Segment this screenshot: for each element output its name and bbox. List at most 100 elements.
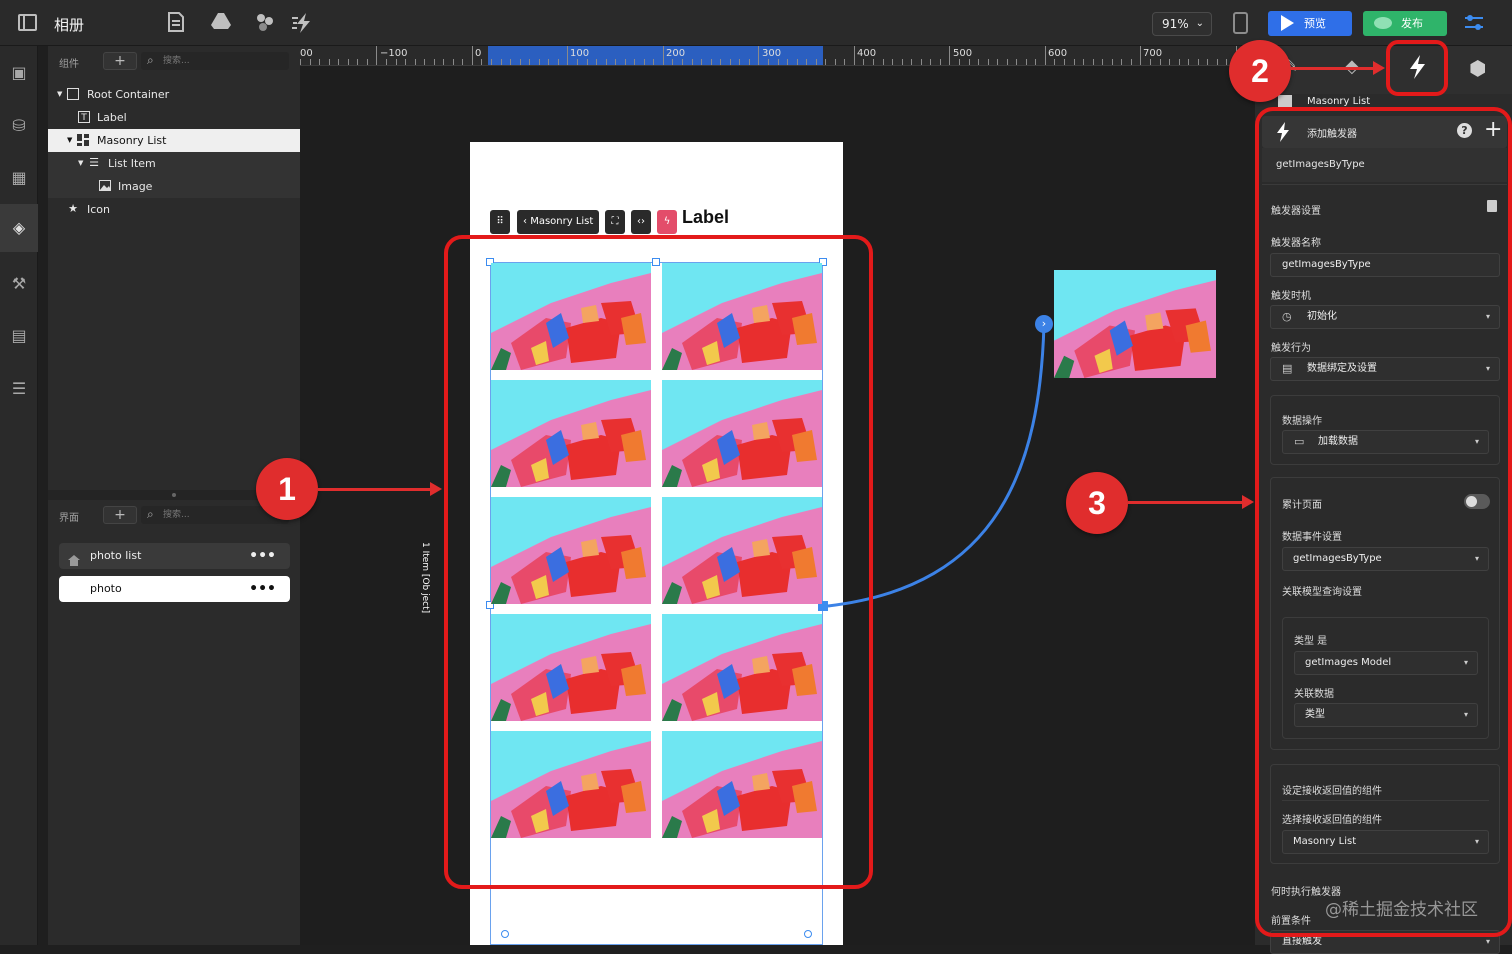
ruler-tick [682,59,683,65]
drive-icon[interactable] [210,12,232,34]
masonry-image[interactable] [491,263,651,370]
ruler-tick [729,59,731,65]
ruler-tick [1035,59,1037,65]
checkbox-icon [67,88,79,100]
sidebar-toggle-icon[interactable] [18,14,37,31]
tree-item-image[interactable]: Image [48,175,300,198]
masonry-image[interactable] [491,497,651,604]
caret-down-icon[interactable]: ▼ [57,83,62,106]
ruler-tick [901,59,903,65]
components-header: 组件 + 搜索... [48,46,300,76]
ruler-tick [452,59,454,65]
masonry-image[interactable] [491,380,651,487]
ruler-tick [1140,46,1142,65]
ruler-tick [1178,59,1180,65]
package-tab-icon[interactable]: ⬢ [1469,56,1495,82]
more-options-icon[interactable]: ••• [249,543,276,569]
masonry-image[interactable] [662,263,822,370]
text-icon: T [78,111,90,123]
ruler-tick [634,59,636,65]
masonry-icon [1278,95,1292,107]
caret-down-icon[interactable]: ▼ [67,129,72,152]
cube-icon[interactable]: ▣ [9,63,29,83]
ruler-tick [911,59,913,65]
add-page-button[interactable]: + [103,506,137,524]
trigger-toolbar-icon[interactable] [292,12,314,34]
device-icon[interactable] [1233,12,1248,34]
ruler-tick [567,46,569,65]
tree-item-list-item[interactable]: ▼ ☰ List Item [48,152,300,175]
hammer-icon[interactable]: ⚒ [9,274,29,294]
left-icon-rail: ▣ ⛁ ▦ ◈ ⚒ ▤ ☰ [0,46,38,945]
ruler-tick [414,59,416,65]
ruler-tick [1188,59,1190,65]
layers-tab[interactable]: ◈ [0,204,38,252]
preview-image[interactable] [1054,270,1216,378]
ruler-tick [1111,59,1113,65]
cubes-icon[interactable]: ⛁ [9,116,29,136]
publish-button[interactable]: 发布 [1363,11,1447,36]
caret-down-icon[interactable]: ▼ [78,152,83,175]
ruler-tick [653,59,655,65]
masonry-image[interactable] [491,731,651,838]
play-icon [1281,15,1294,31]
tree-item-label-component[interactable]: T Label [48,106,300,129]
ruler-tick [357,59,359,65]
ruler-tick [997,59,999,65]
tree-item-icon[interactable]: ★ Icon [48,198,300,221]
ruler-tick [882,59,884,65]
connection-expand-button[interactable]: › [1035,315,1053,333]
ruler-tick [787,59,789,65]
pages-label: 界面 [59,513,79,524]
masonry-image[interactable] [662,497,822,604]
masonry-image[interactable] [662,380,822,487]
ruler-label: 400 [857,48,877,59]
precondition-value: 直接触发 [1282,936,1322,947]
ruler-tick [586,59,588,65]
zoom-select[interactable]: 91% ⌄ [1152,12,1212,36]
ruler-tick [529,59,531,65]
ruler-tick [376,46,378,65]
add-component-button[interactable]: + [103,52,137,70]
preview-button[interactable]: 预览 [1268,11,1352,36]
zoom-value: 91% [1162,17,1189,31]
ruler-tick [1044,46,1046,65]
annotation-box-3 [1255,107,1512,937]
ruler-label: 100 [570,48,590,59]
masonry-image[interactable] [662,731,822,838]
page-item-photo[interactable]: photo ••• [59,576,290,602]
page-item-photo-list[interactable]: photo list ••• [59,543,290,569]
layers-icon: ◈ [12,218,26,237]
ruler-tick [1130,59,1132,65]
masonry-image[interactable] [491,614,651,721]
pages-panel: 界面 + 搜索... photo list ••• photo ••• [48,500,300,945]
more-options-icon[interactable]: ••• [249,576,276,602]
grid-icon[interactable]: ▦ [9,168,29,188]
tree-item-root-container[interactable]: ▼ Root Container [48,83,300,106]
tree-item-masonry-list[interactable]: ▼ Masonry List [48,129,300,152]
annotation-badge-3: 3 [1066,472,1128,534]
tree-item-label: Masonry List [97,134,167,147]
ruler-tick [395,59,397,65]
page-icon[interactable] [165,12,187,34]
ruler-label: 600 [1048,48,1068,59]
ruler-tick [844,59,846,65]
annotation-badge-1: 1 [256,458,318,520]
ruler-tick [548,59,550,65]
sliders-icon[interactable] [1463,12,1485,34]
list-item-icon: ☰ [89,156,99,169]
table-icon[interactable]: ☰ [9,379,29,399]
component-search-input[interactable]: 搜索... [141,51,289,70]
ruler-tick [1226,59,1228,65]
layout-icon[interactable]: ▤ [9,326,29,346]
ruler-tick [710,59,712,65]
ruler-tick [624,59,626,65]
ruler-tick [405,59,407,65]
components-icon[interactable] [254,12,276,34]
home-icon [68,550,80,566]
masonry-image[interactable] [662,614,822,721]
annotation-arrow-3 [1128,495,1254,509]
ruler-tick [576,59,578,65]
tree-item-label: Icon [87,203,110,216]
ruler-tick [538,59,540,65]
